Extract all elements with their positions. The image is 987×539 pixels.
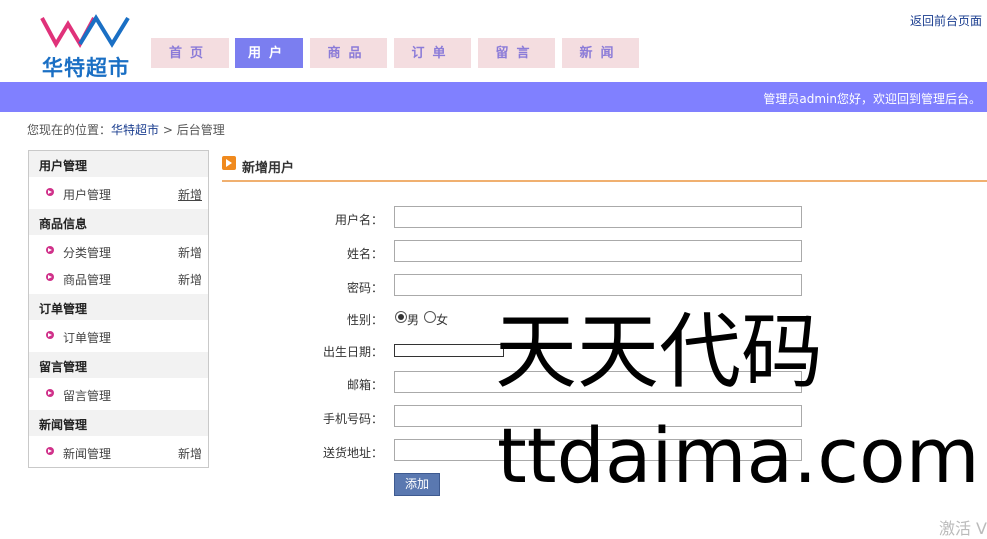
logo-icon [40,14,130,49]
username-input[interactable] [394,206,802,228]
activate-notice: 激活 V [938,519,987,538]
gender-male-label[interactable]: 男 [407,311,419,328]
tab-news[interactable]: 新闻 [562,38,639,68]
bullet-icon [46,188,54,196]
breadcrumb-home-link[interactable]: 华特超市 [111,123,159,137]
header: 华特超市 返回前台页面 首页 用户 商品 订单 留言 新闻 [0,0,987,82]
gender-label: 性别： [346,313,383,327]
add-user-link[interactable]: 新增 [178,186,202,203]
name-label: 姓名： [346,247,383,261]
logo-text: 华特超市 [42,56,130,80]
address-label: 送货地址： [322,446,383,460]
welcome-bar: 管理员admin您好，欢迎回到管理后台。 [0,82,987,112]
gender-female-label[interactable]: 女 [436,311,448,328]
welcome-text: 管理员admin您好，欢迎回到管理后台。 [763,92,981,106]
watermark-line1: 天天代码 [495,305,824,400]
logo[interactable]: 华特超市 [36,10,136,80]
password-label: 密码： [346,281,383,295]
panel-title-text: 新增用户 [242,161,295,176]
add-button[interactable]: 添加 [394,473,440,496]
watermark-line2: ttdaima.com [497,411,980,500]
sidebar-category-users: 用户管理 [29,151,208,177]
birthday-input[interactable] [394,344,504,357]
tab-messages[interactable]: 留言 [478,38,555,68]
username-label: 用户名： [334,213,383,227]
tab-orders[interactable]: 订单 [394,38,471,68]
phone-label: 手机号码： [322,412,383,426]
sidebar-item-user-management[interactable]: 用户管理 新增 [29,180,208,206]
back-to-frontend-link[interactable]: 返回前台页面 [910,12,982,29]
panel-title: 新增用户 [222,155,987,182]
tab-products[interactable]: 商品 [310,38,387,68]
bullet-icon [46,331,54,339]
tab-users[interactable]: 用户 [235,38,303,68]
gender-male-radio[interactable] [395,311,407,323]
breadcrumb: 您现在的位置：华特超市 > 后台管理 [27,121,225,138]
password-input[interactable] [394,274,802,296]
gender-female-radio[interactable] [424,311,436,323]
birthday-label: 出生日期： [322,345,383,359]
arrow-icon [222,156,236,170]
name-input[interactable] [394,240,802,262]
breadcrumb-separator: > [162,123,173,137]
breadcrumb-current: 后台管理 [176,123,225,137]
tab-home[interactable]: 首页 [151,38,229,68]
email-label: 邮箱： [346,378,383,392]
breadcrumb-prefix: 您现在的位置： [27,123,112,137]
